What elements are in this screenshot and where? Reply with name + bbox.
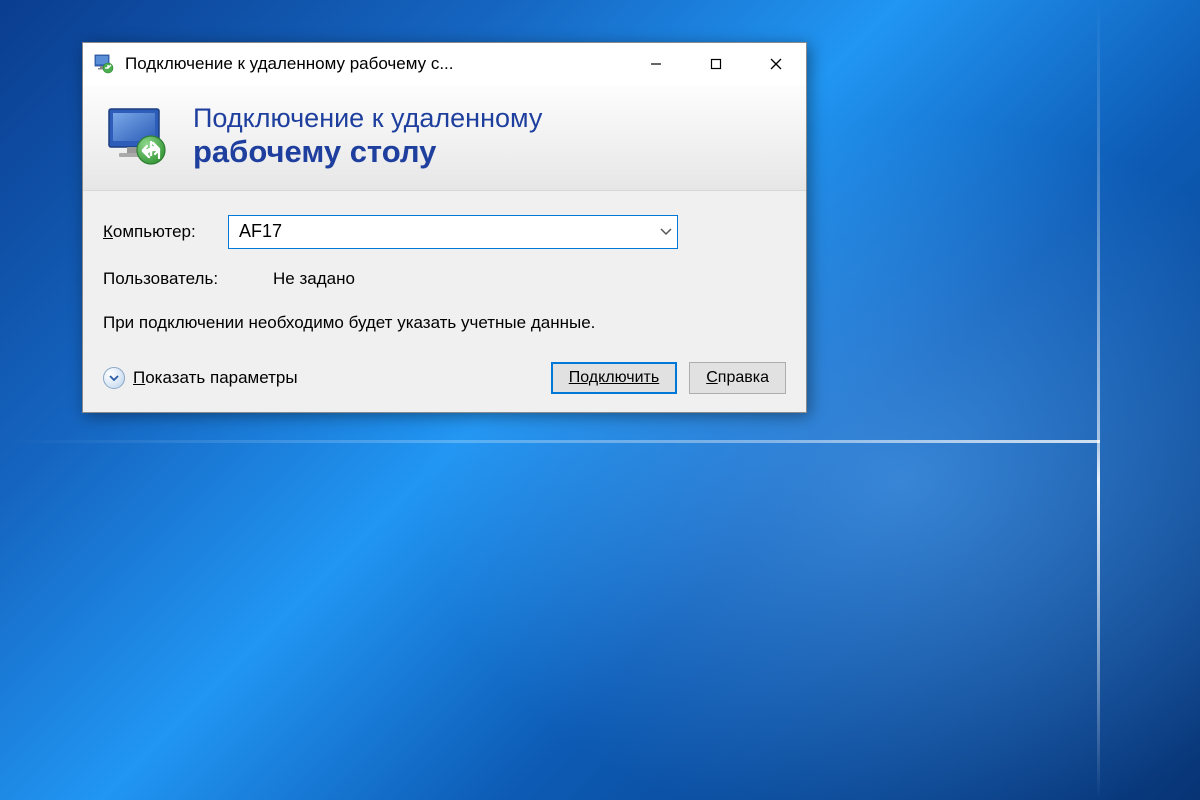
banner-text: Подключение к удаленному рабочему столу: [193, 103, 542, 170]
window-title: Подключение к удаленному рабочему с...: [125, 54, 626, 74]
banner-line1: Подключение к удаленному: [193, 103, 542, 134]
titlebar[interactable]: Подключение к удаленному рабочему с...: [83, 43, 806, 85]
credentials-info: При подключении необходимо будет указать…: [103, 311, 786, 335]
user-row: Пользователь: Не задано: [103, 269, 786, 289]
rdp-window: Подключение к удаленному рабочему с...: [82, 42, 807, 413]
computer-input[interactable]: [228, 215, 678, 249]
computer-label: Компьютер:: [103, 222, 228, 242]
help-button[interactable]: Справка: [689, 362, 786, 394]
rdp-banner-icon: [103, 105, 173, 167]
light-streak-horizontal: [0, 440, 1100, 443]
computer-row: Компьютер:: [103, 215, 786, 249]
footer-row: Показать параметры Подключить Справка: [103, 362, 786, 394]
minimize-button[interactable]: [626, 43, 686, 85]
rdp-titlebar-icon: [93, 53, 115, 75]
connect-button[interactable]: Подключить: [551, 362, 677, 394]
content-area: Компьютер: Пользователь: Не задано При п…: [83, 191, 806, 413]
light-streak: [1097, 0, 1100, 800]
user-value: Не задано: [273, 269, 355, 289]
button-group: Подключить Справка: [551, 362, 786, 394]
computer-combo[interactable]: [228, 215, 678, 249]
show-options-label: Показать параметры: [133, 368, 298, 388]
expand-down-icon: [103, 367, 125, 389]
user-label: Пользователь:: [103, 269, 273, 289]
window-controls: [626, 43, 806, 85]
close-button[interactable]: [746, 43, 806, 85]
header-banner: Подключение к удаленному рабочему столу: [83, 85, 806, 191]
banner-line2: рабочему столу: [193, 134, 542, 170]
maximize-button[interactable]: [686, 43, 746, 85]
show-options-toggle[interactable]: Показать параметры: [103, 367, 298, 389]
